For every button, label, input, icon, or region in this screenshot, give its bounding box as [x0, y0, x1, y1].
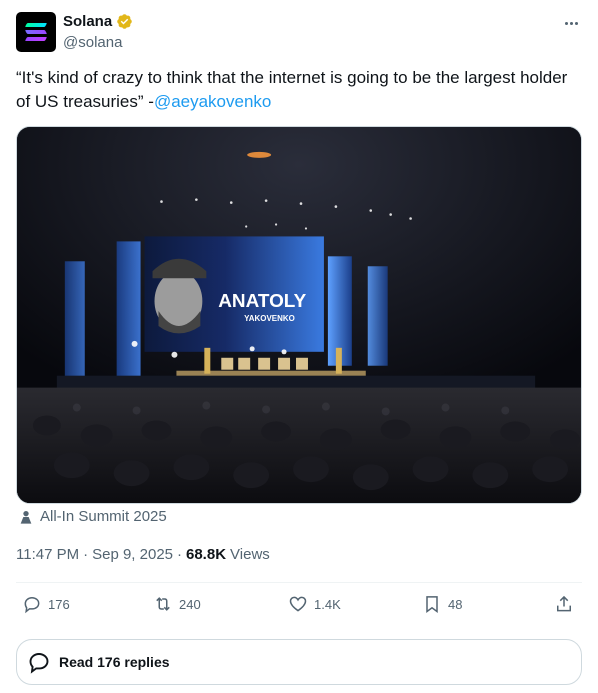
- location-text[interactable]: All-In Summit 2025: [40, 508, 167, 525]
- views-label: Views: [230, 546, 270, 563]
- views-count: 68.8K: [186, 546, 227, 563]
- heart-icon: [289, 596, 307, 612]
- more-options-button[interactable]: [560, 14, 582, 32]
- bookmark-icon: [426, 596, 438, 613]
- speech-bubble-icon: [29, 653, 49, 674]
- person-icon: [20, 510, 32, 524]
- divider: [16, 582, 582, 583]
- tweet-media-image[interactable]: ANATOLY YAKOVENKO: [16, 126, 582, 504]
- reply-count: 176: [48, 596, 70, 612]
- conference-stage-photo: ANATOLY YAKOVENKO: [17, 127, 581, 503]
- verified-badge-icon: [117, 14, 132, 29]
- repost-count: 240: [179, 596, 201, 612]
- reply-button[interactable]: 176: [22, 594, 70, 614]
- screen-name-line1: ANATOLY: [218, 291, 306, 312]
- tweet-time[interactable]: 11:47 PM: [16, 546, 79, 563]
- tweet-date[interactable]: Sep 9, 2025: [92, 546, 173, 563]
- avatar[interactable]: [16, 12, 56, 52]
- bookmark-count: 48: [448, 596, 463, 612]
- author-handle[interactable]: @solana: [63, 34, 122, 51]
- screen-name-line2: YAKOVENKO: [244, 314, 295, 323]
- bookmark-button[interactable]: 48: [422, 594, 462, 614]
- author-name[interactable]: Solana: [63, 13, 112, 30]
- like-button[interactable]: 1.4K: [288, 594, 341, 614]
- meta-separator: ·: [177, 546, 182, 563]
- share-icon: [557, 595, 571, 612]
- more-dots-icon: [564, 21, 568, 25]
- repost-icon: [156, 597, 170, 611]
- author-name-row: Solana: [63, 13, 133, 30]
- tweet-text: “It's kind of crazy to think that the in…: [16, 66, 582, 114]
- meta-separator: ·: [83, 546, 89, 563]
- tweet-header: Solana @solana: [16, 12, 582, 56]
- read-replies-button[interactable]: Read 176 replies: [16, 639, 582, 685]
- like-count: 1.4K: [314, 596, 341, 612]
- repost-button[interactable]: 240: [153, 594, 201, 614]
- reply-icon: [24, 596, 40, 614]
- tweet-body: “It's kind of crazy to think that the in…: [16, 68, 568, 111]
- action-bar: 176 240 1.4K 48: [16, 594, 582, 620]
- mention-link[interactable]: @aeyakovenko: [154, 92, 271, 111]
- share-button[interactable]: [554, 594, 574, 614]
- tweet-meta: 11:47 PM · Sep 9, 2025 · 68.8K Views: [16, 546, 270, 563]
- read-replies-label: Read 176 replies: [59, 654, 170, 670]
- location-row: All-In Summit 2025: [18, 508, 167, 525]
